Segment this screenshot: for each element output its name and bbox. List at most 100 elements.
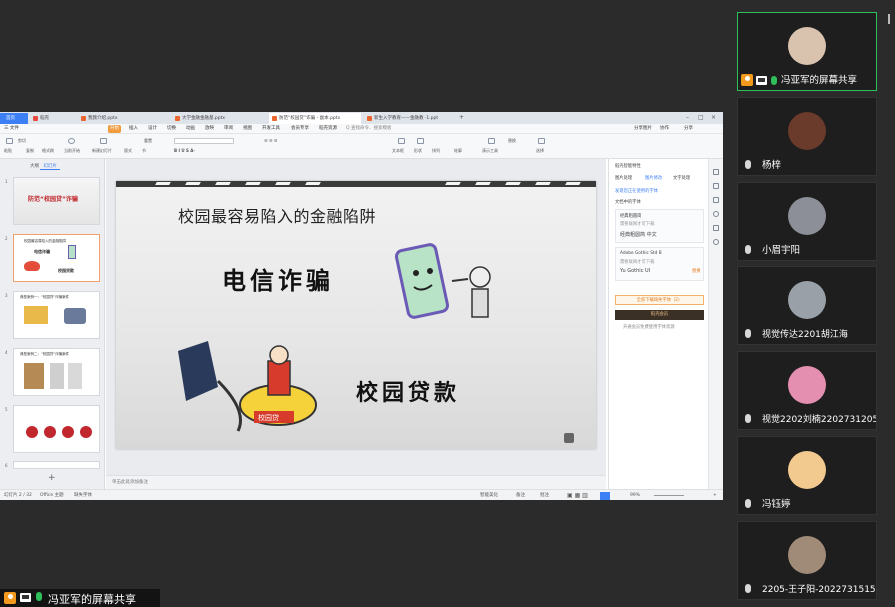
- font-status: 需要联网才可下载: [620, 222, 655, 227]
- paste-icon[interactable]: [6, 138, 13, 144]
- cut-button[interactable]: 剪切: [18, 138, 26, 144]
- participant-scrollbar[interactable]: [888, 14, 890, 24]
- slide-thumbnail-1[interactable]: 防范“校园贷”诈骗: [13, 177, 100, 225]
- play-icon[interactable]: [68, 138, 75, 144]
- section-button[interactable]: 节: [142, 148, 146, 154]
- notes-toggle[interactable]: 备注: [516, 490, 525, 500]
- current-slide[interactable]: 校园最容易陷入的金融陷阱 电信诈骗 校园贷款 校园贷: [116, 181, 596, 449]
- slide-thumbnail-5[interactable]: [13, 405, 100, 453]
- menu-review[interactable]: 审阅: [224, 124, 233, 134]
- thumb-title: 典型案例二：“校园贷”诈骗案件: [20, 352, 70, 356]
- participant-tile[interactable]: 视觉传达2201胡江海: [737, 266, 877, 345]
- minimize-icon[interactable]: –: [686, 112, 689, 124]
- shape-icon[interactable]: [417, 138, 424, 144]
- docer-member-button[interactable]: 稻壳会员: [615, 310, 704, 320]
- select-icon[interactable]: [538, 138, 545, 144]
- command-search[interactable]: Q 查找命令、搜索模板: [346, 124, 391, 134]
- font-select[interactable]: [174, 138, 234, 144]
- tab-outline[interactable]: 大纲: [30, 164, 39, 169]
- slide-thumbnail-3[interactable]: 典型案例一：“校园贷”诈骗案件: [13, 291, 100, 339]
- layout-icon[interactable]: [713, 197, 719, 203]
- style-icon[interactable]: [713, 183, 719, 189]
- properties-icon[interactable]: [713, 169, 719, 175]
- slide-item-telecom-fraud: 电信诈骗: [222, 266, 334, 295]
- select-button[interactable]: 选择: [536, 148, 544, 154]
- tab-intro-pptx[interactable]: 我我介绍.pptx: [78, 113, 163, 124]
- menu-transition[interactable]: 切换: [167, 124, 176, 134]
- avatar: [788, 197, 826, 235]
- presentation-tools-icon[interactable]: [488, 138, 495, 144]
- share-image-button[interactable]: 分享图片: [634, 124, 652, 134]
- participant-tile[interactable]: 冯亚军的屏幕共享: [737, 12, 877, 91]
- text-box-icon[interactable]: [398, 138, 405, 144]
- reset-button[interactable]: 重置: [144, 138, 152, 144]
- zoom-in-icon[interactable]: +: [713, 490, 717, 500]
- view-mode-icons[interactable]: ▣ ▦ ▥: [567, 490, 588, 500]
- tab-active-pptx[interactable]: 防范“校园贷”诈骗 - 副本.pptx: [269, 113, 361, 124]
- menu-docer[interactable]: 稻壳资源: [319, 124, 337, 134]
- zoom-level[interactable]: 99%: [630, 490, 640, 500]
- menu-slideshow[interactable]: 放映: [205, 124, 214, 134]
- arrange-button[interactable]: 排列: [432, 148, 440, 154]
- menu-insert[interactable]: 插入: [129, 124, 138, 134]
- new-slide-icon[interactable]: [100, 138, 107, 144]
- collaborate-button[interactable]: 协作: [660, 124, 669, 134]
- slideshow-play-icon[interactable]: [600, 491, 610, 500]
- menu-animation[interactable]: 动画: [186, 124, 195, 134]
- text-box-button[interactable]: 文本框: [392, 148, 404, 154]
- replace-button[interactable]: 替换: [508, 138, 516, 144]
- slide-thumbnail-4[interactable]: 典型案例二：“校园贷”诈骗案件: [13, 348, 100, 396]
- menu-home[interactable]: 开始: [108, 125, 121, 133]
- font-link[interactable]: 发现您正在使用的字体: [615, 188, 658, 194]
- align-tools[interactable]: ☰ ☰ ☰: [264, 138, 277, 143]
- panel-tab[interactable]: 图片处理: [615, 175, 632, 181]
- panel-tab[interactable]: 文字处理: [673, 175, 690, 181]
- new-slide-button[interactable]: 新建幻灯片: [92, 148, 112, 154]
- panel-tab-active[interactable]: 图片修改: [645, 175, 662, 181]
- add-slide-icon[interactable]: +: [48, 473, 56, 483]
- menu-view[interactable]: 视图: [243, 124, 252, 134]
- tab-docer[interactable]: 稻壳: [30, 113, 76, 124]
- ppt-icon: [272, 116, 277, 121]
- menu-file[interactable]: 三 文件: [4, 124, 19, 134]
- notes-field[interactable]: 单击此处添加备注: [106, 475, 606, 489]
- bold-italic-underline[interactable]: B I U S A·: [174, 148, 195, 153]
- slide-thumbnail-2[interactable]: 校园最容易陷入的金融陷阱 电信诈骗 校园贷款: [13, 234, 100, 282]
- zoom-slider[interactable]: [654, 495, 684, 496]
- outline-button[interactable]: 轮廓: [454, 148, 462, 154]
- missing-font-indicator[interactable]: 缺失字体: [74, 490, 92, 500]
- font-icon[interactable]: [713, 225, 719, 231]
- layout-button[interactable]: 版式: [124, 148, 132, 154]
- settings-icon[interactable]: [713, 239, 719, 245]
- share-button[interactable]: 分享: [684, 124, 693, 134]
- menu-design[interactable]: 设计: [148, 124, 157, 134]
- close-icon[interactable]: ×: [711, 112, 716, 124]
- participant-tile[interactable]: 小眉宇阳: [737, 182, 877, 261]
- maximize-icon[interactable]: □: [698, 112, 704, 124]
- tab-home[interactable]: 首页: [0, 113, 28, 124]
- new-tab-icon[interactable]: +: [459, 112, 464, 124]
- participant-tile[interactable]: 2205-王子阳-2022731515: [737, 521, 877, 600]
- tab-freshman-ppt[interactable]: 新生入学教育——金融教 ·1.ppt: [364, 113, 454, 124]
- tab-finance-pptx[interactable]: 大学金融金融基.pptx: [172, 113, 267, 124]
- download-missing-fonts-button[interactable]: 全部下载缺失字体（2）: [615, 295, 704, 305]
- smart-beautify-button[interactable]: 智能美化: [480, 490, 498, 500]
- shape-button[interactable]: 形状: [414, 148, 422, 154]
- slide-corner-icon[interactable]: [564, 433, 574, 443]
- slide-thumbnail-6[interactable]: [13, 461, 100, 469]
- from-current-button[interactable]: 当前开始: [64, 148, 80, 154]
- menu-member[interactable]: 会员专享: [291, 124, 309, 134]
- help-icon[interactable]: [713, 211, 719, 217]
- tab-slides[interactable]: 幻灯片: [40, 164, 60, 170]
- format-painter-button[interactable]: 格式刷: [42, 148, 54, 154]
- menu-developer[interactable]: 开发工具: [262, 124, 280, 134]
- copy-button[interactable]: 复制: [26, 148, 34, 154]
- comments-toggle[interactable]: 批注: [540, 490, 549, 500]
- screen-share-icon: [756, 76, 767, 85]
- mic-icon[interactable]: [36, 592, 42, 601]
- replace-font-button[interactable]: 替换: [692, 268, 701, 274]
- participant-tile[interactable]: 视觉2202刘楠2202731205: [737, 351, 877, 430]
- presentation-tools-button[interactable]: 演示工具: [482, 148, 498, 154]
- participant-tile[interactable]: 冯钰婷: [737, 436, 877, 515]
- participant-tile[interactable]: 杨梓: [737, 97, 877, 176]
